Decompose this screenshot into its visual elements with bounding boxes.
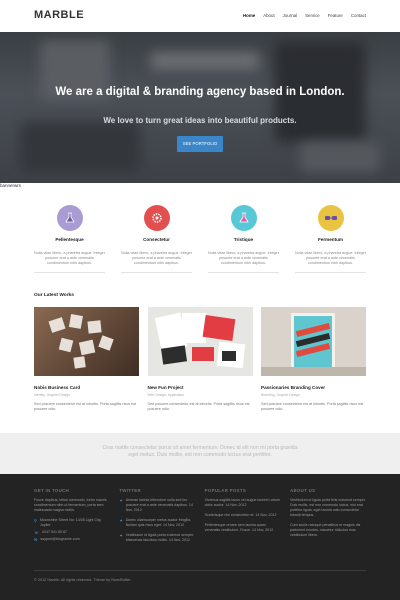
features-row: Pellentesque Nulla vitae libero, a phare… <box>34 205 366 273</box>
nav-feature[interactable]: Feature <box>328 13 343 18</box>
footer-heading: ABOUT US <box>289 488 316 493</box>
tweet-text: Donec ullamcorper metus auctor fringilla… <box>125 518 192 527</box>
feature-item: Tristique Nulla vitae libero, a pharetra… <box>208 205 279 273</box>
popular-post-link[interactable]: Vivamus sagittis lacus vel augue laoreet… <box>205 498 281 508</box>
quote-band: Cras mattis consectetur purus sit amet f… <box>0 433 400 474</box>
work-subtitle: Identity, Graphic Design <box>34 393 70 397</box>
work-item[interactable]: Nobis Business Card Identity, Graphic De… <box>34 307 139 412</box>
feature-text: Nulla vitae libero, a pharetra augue. In… <box>295 251 366 273</box>
work-title[interactable]: Passionaries Branding Cover <box>261 385 366 390</box>
popular-post-link[interactable]: Scelerisque nisl consectetur et. 14 Nov,… <box>205 513 281 518</box>
contact-address: ⚲ Moonshine Street No: 14/05 Light City,… <box>34 518 110 528</box>
nav-home[interactable]: Home <box>243 13 255 18</box>
feature-title: Tristique <box>233 237 254 242</box>
footer-heading: POPULAR POSTS <box>204 488 247 493</box>
glasses-circle-icon <box>317 205 344 231</box>
work-title[interactable]: Nobis Business Card <box>34 385 139 390</box>
tweet-text: Aenean lacinia bibendum nulla sed leo po… <box>125 498 193 512</box>
footer-text: Fusce dapibus, tellus commodo, tortor ma… <box>34 498 107 512</box>
feature-text: Nulla vitae libero, a pharetra augue. In… <box>208 251 279 273</box>
nav-contact[interactable]: Contact <box>351 13 366 18</box>
work-subtitle: Branding, Graphic Design <box>261 393 300 397</box>
address-text: Moonshine Street No: 14/05 Light City, J… <box>39 518 102 527</box>
feature-text: Nulla vitae libero, a pharetra augue. In… <box>34 251 105 273</box>
work-subtitle: Web Design, Application <box>147 393 185 397</box>
hero-banner: We are a digital & branding agency based… <box>0 32 400 183</box>
nav-service[interactable]: Service <box>305 13 320 18</box>
feature-title: Consectetur <box>143 237 170 242</box>
hero-subtitle: We love to turn great ideas into beautif… <box>103 116 297 125</box>
work-text: Sed posuere consectetur est at lobortis.… <box>261 402 364 411</box>
work-thumbnail-wood-letters[interactable] <box>34 307 139 376</box>
footer-get-in-touch: GET IN TOUCH Fusce dapibus, tellus commo… <box>34 488 110 543</box>
phone-icon: ☏ <box>34 530 40 535</box>
work-title[interactable]: New Fun Project <box>148 385 253 390</box>
work-item[interactable]: Passionaries Branding Cover Branding, Gr… <box>261 307 366 412</box>
banner-label: bannerwrs <box>0 183 22 188</box>
twitter-bird-icon: ✦ <box>119 533 123 538</box>
mail-icon: ✉ <box>34 537 38 542</box>
twitter-bird-icon: ✦ <box>119 518 123 523</box>
hero-title: We are a digital & branding agency based… <box>55 86 345 98</box>
phone-text: 0247 541 65 87 <box>42 530 67 534</box>
footer-divider <box>34 570 366 571</box>
tweet-item[interactable]: ✦ Aenean lacinia bibendum nulla sed leo … <box>119 498 195 513</box>
feature-item: Consectetur Nulla vitae libero, a pharet… <box>121 205 192 273</box>
footer-heading: GET IN TOUCH <box>34 488 69 493</box>
site-footer: GET IN TOUCH Fusce dapibus, tellus commo… <box>0 474 400 600</box>
hero-background-shape <box>150 52 260 70</box>
feature-item: Pellentesque Nulla vitae libero, a phare… <box>34 205 105 273</box>
work-item[interactable]: New Fun Project Web Design, Application … <box>147 307 253 412</box>
email-link[interactable]: support@blogname.com <box>40 537 79 542</box>
work-thumbnail-poster[interactable] <box>261 307 366 376</box>
contact-email[interactable]: ✉ support@blogname.com <box>34 537 110 542</box>
flask-circle-icon <box>230 205 257 231</box>
works-grid: Nobis Business Card Identity, Graphic De… <box>34 307 366 412</box>
work-text: Sed posuere consectetur est at lobortis.… <box>34 402 137 411</box>
map-pin-icon: ⚲ <box>34 518 37 523</box>
main-nav: Home About Journal Service Feature Conta… <box>243 13 366 18</box>
gear-circle-icon <box>143 205 170 231</box>
quote-line-2: eget metus. Duis mollis, est non commodo… <box>128 452 272 458</box>
nav-journal[interactable]: Journal <box>283 13 297 18</box>
hero-background-shape <box>20 122 140 172</box>
quote-line-1: Cras mattis consectetur purus sit amet f… <box>102 445 298 451</box>
footer-about-us: ABOUT US Vestibulum id ligula porta feli… <box>290 488 366 543</box>
footer-twitter: TWITTER ✦ Aenean lacinia bibendum nulla … <box>119 488 195 543</box>
feature-item: Fermentum Nulla vitae libero, a pharetra… <box>295 205 366 273</box>
footer-popular-posts: POPULAR POSTS Vivamus sagittis lacus vel… <box>205 488 281 543</box>
feature-title: Fermentum <box>317 237 343 242</box>
footer-text: Cum sociis natoque penatibus et magnis d… <box>289 523 361 537</box>
work-text: Sed posuere consectetur est at lobortis.… <box>147 402 250 411</box>
quote-text: Cras mattis consectetur purus sit amet f… <box>0 445 400 459</box>
popular-post-link[interactable]: Pellentesque ornare sem lacinia quam ven… <box>205 523 281 533</box>
nav-about[interactable]: About <box>263 13 274 18</box>
footer-text: Vestibulum id ligula porta felis euismod… <box>289 498 366 517</box>
tweet-item[interactable]: ✦ Vestibulum id ligula porta euismod sem… <box>119 533 195 543</box>
tweet-text: Vestibulum id ligula porta euismod sempe… <box>125 533 195 542</box>
footer-columns: GET IN TOUCH Fusce dapibus, tellus commo… <box>34 488 366 543</box>
work-thumbnail-stationery[interactable] <box>147 307 253 376</box>
twitter-bird-icon: ✦ <box>119 498 123 503</box>
see-portfolio-button[interactable]: SEE PORTFOLIO <box>177 136 223 152</box>
copyright-text: © 2012 Marble. All rights reserved. Them… <box>34 578 132 582</box>
contact-phone: ☏ 0247 541 65 87 <box>34 530 110 535</box>
site-header: MARBLE Home About Journal Service Featur… <box>0 0 400 32</box>
flask-circle-icon <box>56 205 83 231</box>
latest-works-heading: Our Latest Works <box>34 293 74 298</box>
site-logo[interactable]: MARBLE <box>34 9 84 21</box>
hero-background-shape <box>300 142 380 172</box>
footer-heading: TWITTER <box>119 488 141 493</box>
tweet-item[interactable]: ✦ Donec ullamcorper metus auctor fringil… <box>119 518 195 528</box>
feature-text: Nulla vitae libero, a pharetra augue. In… <box>121 251 192 273</box>
feature-title: Pellentesque <box>55 237 84 242</box>
